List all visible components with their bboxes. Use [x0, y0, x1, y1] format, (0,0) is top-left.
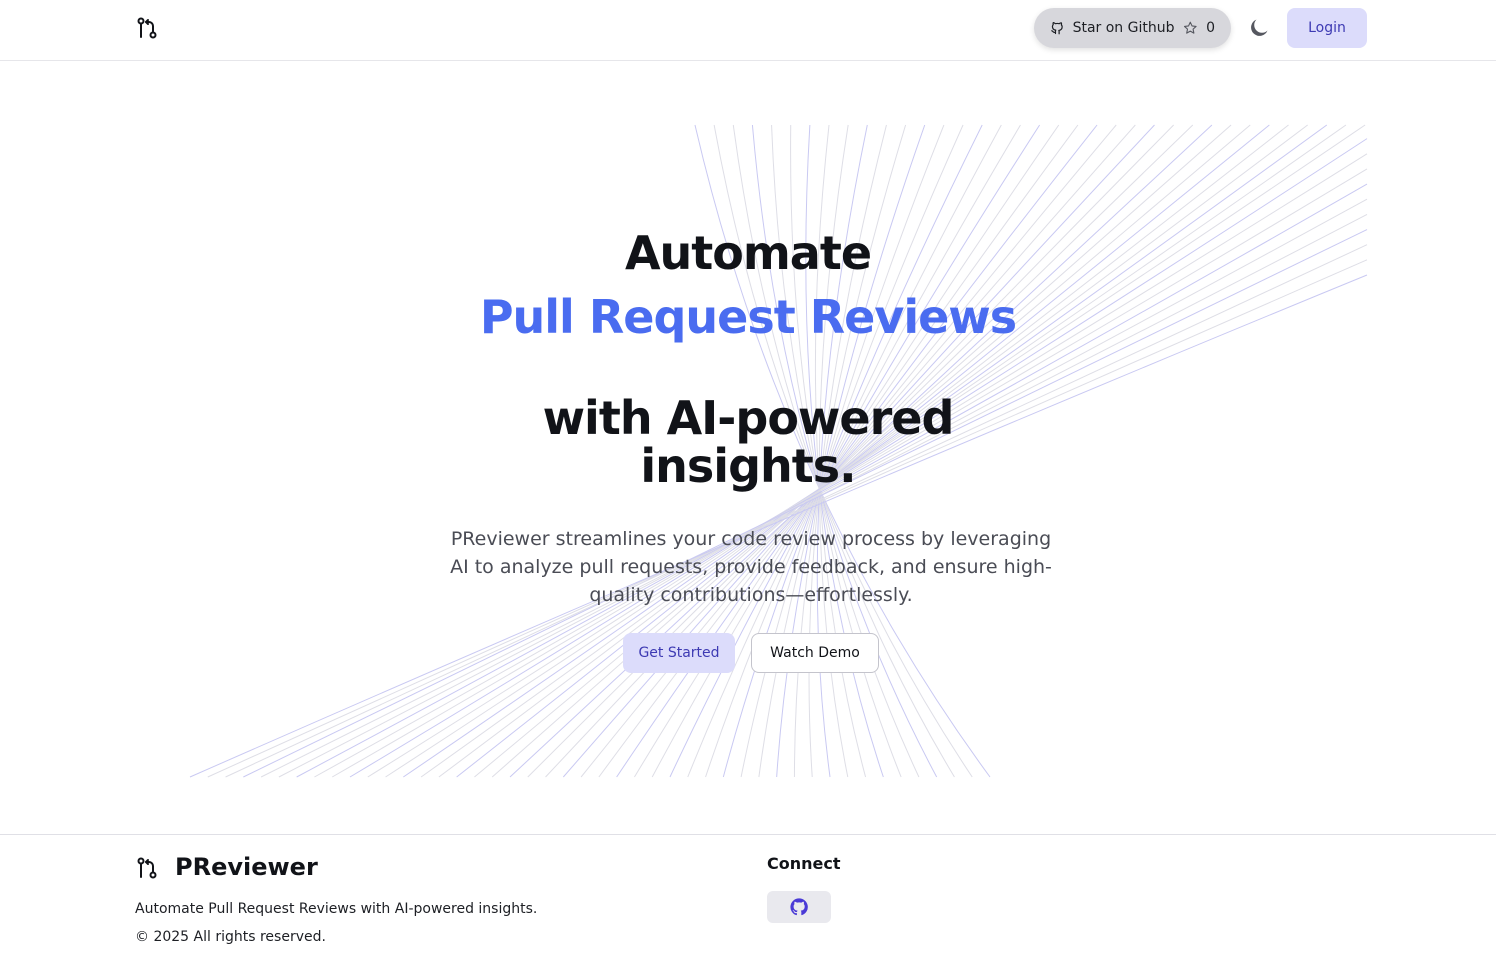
connect-github-button[interactable]: [767, 891, 831, 923]
hero-title-line-3a: with AI-powered: [542, 391, 955, 445]
star-count: 0: [1206, 20, 1215, 36]
hero-title-line-1: Automate: [624, 226, 872, 280]
git-pull-request-icon[interactable]: [135, 16, 159, 40]
hero-title-highlight: Pull Request Reviews: [479, 290, 1017, 344]
site-header: Star on Github 0 Login: [0, 0, 1496, 61]
hero-title-line-3b: insights.: [640, 439, 856, 493]
github-icon: [790, 898, 808, 916]
footer-tagline: Automate Pull Request Reviews with AI-po…: [135, 901, 538, 917]
footer-brand: PReviewer: [175, 853, 318, 881]
star-on-github-button[interactable]: Star on Github 0: [1034, 8, 1231, 48]
github-icon: [1051, 21, 1063, 35]
site-footer: PReviewer Automate Pull Request Reviews …: [0, 834, 1496, 955]
get-started-button[interactable]: Get Started: [623, 633, 735, 673]
connect-title: Connect: [767, 854, 841, 873]
footer-copyright: © 2025 All rights reserved.: [135, 929, 326, 945]
hero-title-line-3: with AI-powered insights.: [0, 394, 1496, 490]
moon-icon[interactable]: [1247, 16, 1271, 40]
hero-subtitle: PReviewer streamlines your code review p…: [450, 528, 1052, 606]
git-pull-request-icon: [137, 857, 157, 879]
login-button[interactable]: Login: [1287, 8, 1367, 48]
watch-demo-button[interactable]: Watch Demo: [751, 633, 879, 673]
star-icon: [1183, 21, 1197, 34]
star-on-github-label: Star on Github: [1072, 20, 1175, 36]
